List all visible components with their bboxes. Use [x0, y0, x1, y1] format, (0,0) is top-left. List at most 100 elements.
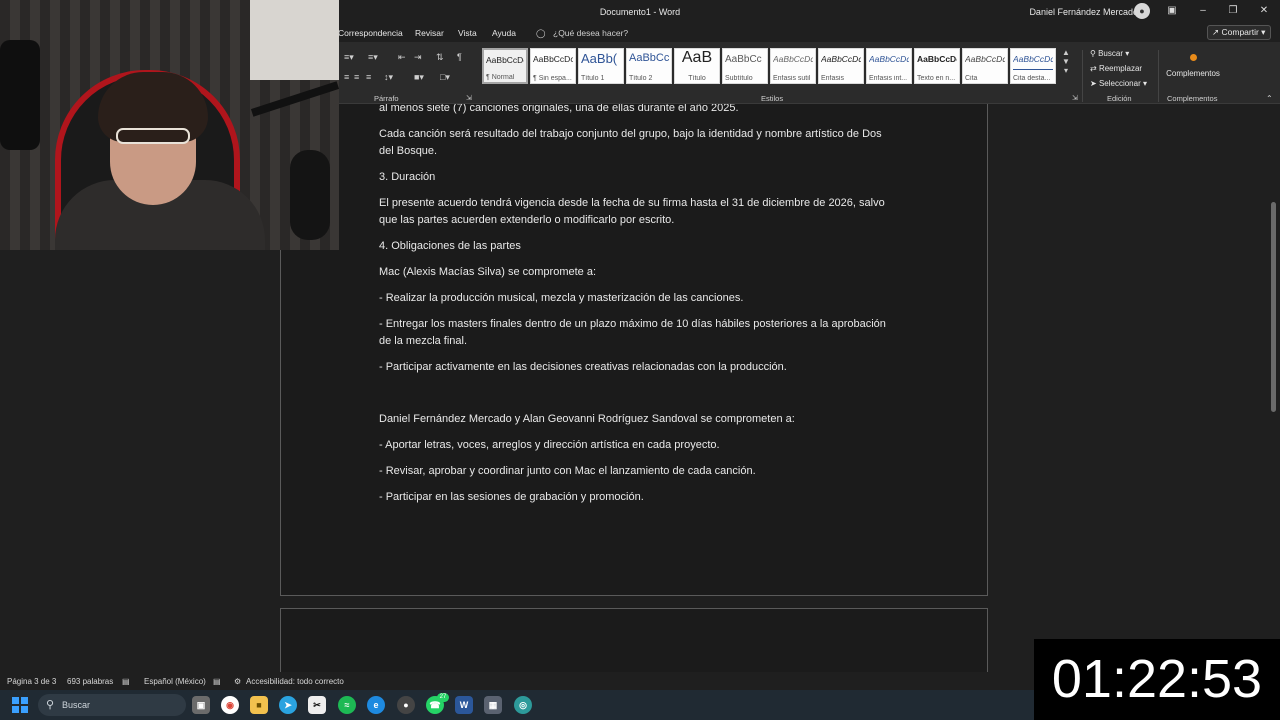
paragraph[interactable]: Cada canción será resultado del trabajo …: [379, 126, 899, 160]
align-center-icon[interactable]: ≡: [344, 72, 349, 82]
justify-icon[interactable]: ≡: [366, 72, 371, 82]
vertical-scrollbar[interactable]: [1268, 104, 1280, 672]
obs-icon[interactable]: ●: [397, 696, 415, 714]
styles-dialog-launcher-icon[interactable]: ⇲: [1072, 94, 1078, 102]
addins-icon: [1189, 54, 1197, 61]
tell-me-search[interactable]: ¿Qué desea hacer?: [553, 28, 628, 38]
search-icon: ⚲: [46, 699, 55, 711]
replace-label: Reemplazar: [1098, 64, 1143, 73]
replace-button[interactable]: ⇄ Reemplazar: [1090, 61, 1160, 76]
style-quote[interactable]: AaBbCcDc Cita: [962, 48, 1008, 84]
cursor-icon: ➤: [1090, 79, 1097, 88]
style-sample: AaBbCcDc: [965, 54, 1005, 64]
paragraph-group-label: Párrafo: [374, 94, 399, 103]
share-button[interactable]: ↗ Compartir ▾: [1207, 25, 1271, 40]
select-button[interactable]: ➤ Seleccionar ▾: [1090, 76, 1160, 91]
pilcrow-icon[interactable]: ¶: [457, 52, 462, 62]
restore-icon[interactable]: ❐: [1223, 3, 1243, 19]
list-item[interactable]: - Aportar letras, voces, arreglos y dire…: [379, 437, 899, 454]
list-item[interactable]: - Participar en las sesiones de grabació…: [379, 489, 899, 506]
close-icon[interactable]: ✕: [1254, 3, 1274, 19]
paragraph[interactable]: al menos siete (7) canciones originales,…: [379, 104, 899, 117]
list-item[interactable]: - Entregar los masters finales dentro de…: [379, 316, 899, 350]
calculator-icon[interactable]: ▦: [484, 696, 502, 714]
user-name[interactable]: Daniel Fernández Mercado: [1029, 7, 1138, 17]
tab-revisar[interactable]: Revisar: [415, 28, 444, 38]
style-name: ¶ Sin espa...: [533, 75, 572, 82]
list-item[interactable]: - Realizar la producción musical, mezcla…: [379, 290, 899, 307]
paragraph[interactable]: Daniel Fernández Mercado y Alan Geovanni…: [379, 411, 899, 428]
find-button[interactable]: ⚲ Buscar ▾: [1090, 46, 1160, 61]
style-normal[interactable]: AaBbCcDc ¶ Normal: [482, 48, 528, 84]
document-page[interactable]: [280, 608, 988, 672]
increase-indent-icon[interactable]: ⇥: [414, 52, 422, 63]
predictions-icon[interactable]: ▤: [213, 677, 221, 686]
style-name: Texto en n...: [917, 75, 956, 82]
shading-icon[interactable]: ■▾: [414, 72, 424, 83]
style-subtle-emphasis[interactable]: AaBbCcDc Énfasis sutil: [770, 48, 816, 84]
paragraph-dialog-launcher-icon[interactable]: ⇲: [466, 94, 472, 102]
minimize-icon[interactable]: –: [1193, 3, 1213, 19]
style-no-spacing[interactable]: AaBbCcDc ¶ Sin espa...: [530, 48, 576, 84]
webcam-overlay: [0, 0, 339, 250]
page-count[interactable]: Página 3 de 3: [7, 677, 56, 686]
section-heading[interactable]: 3. Duración: [379, 169, 899, 186]
microphone: [290, 150, 330, 240]
bullets-icon[interactable]: ≡▾: [344, 52, 354, 63]
style-emphasis[interactable]: AaBbCcDc Énfasis: [818, 48, 864, 84]
style-strong[interactable]: AaBbCcDc Texto en n...: [914, 48, 960, 84]
select-label: Seleccionar: [1098, 79, 1141, 88]
style-intense-emphasis[interactable]: AaBbCcDc Énfasis int...: [866, 48, 912, 84]
styles-more-icon[interactable]: ▲ ▼ ▾: [1060, 48, 1072, 84]
edge-icon[interactable]: e: [367, 696, 385, 714]
line-spacing-icon[interactable]: ↕▾: [384, 72, 393, 83]
paragraph[interactable]: Mac (Alexis Macías Silva) se compromete …: [379, 264, 899, 281]
taskbar-search[interactable]: ⚲ Buscar: [38, 694, 186, 716]
tab-ayuda[interactable]: Ayuda: [492, 28, 516, 38]
style-sample: AaBbCcDc: [486, 55, 524, 65]
word-icon[interactable]: W: [455, 696, 473, 714]
document-page[interactable]: al menos siete (7) canciones originales,…: [280, 104, 988, 596]
spotify-icon[interactable]: ≈: [338, 696, 356, 714]
telegram-icon[interactable]: ➤: [279, 696, 297, 714]
editing-group-label: Edición: [1107, 94, 1132, 103]
ribbon-display-icon[interactable]: ▣: [1162, 3, 1182, 19]
style-name: Énfasis: [821, 75, 844, 82]
file-explorer-icon[interactable]: ■: [250, 696, 268, 714]
style-intense-quote[interactable]: AaBbCcDc Cita desta...: [1010, 48, 1056, 84]
style-heading-2[interactable]: AaBbCc Título 2: [626, 48, 672, 84]
tab-vista[interactable]: Vista: [458, 28, 477, 38]
word-count[interactable]: 693 palabras: [67, 677, 113, 686]
style-subtitle[interactable]: AaBbCc Subtítulo: [722, 48, 768, 84]
addins-button[interactable]: Complementos: [1165, 46, 1221, 78]
decrease-indent-icon[interactable]: ⇤: [398, 52, 406, 63]
divider: [1082, 50, 1083, 102]
list-item[interactable]: - Revisar, aprobar y coordinar junto con…: [379, 463, 899, 480]
sort-icon[interactable]: ⇅: [436, 52, 444, 63]
scrollbar-thumb[interactable]: [1271, 202, 1276, 412]
avatar[interactable]: ●: [1134, 3, 1150, 19]
tab-correspondencia[interactable]: Correspondencia: [338, 28, 403, 38]
style-name: Cita: [965, 75, 978, 82]
capcut-icon[interactable]: ✂: [308, 696, 326, 714]
task-view-icon[interactable]: ▣: [192, 696, 210, 714]
list-item[interactable]: - Participar activamente en las decision…: [379, 359, 899, 376]
numbering-icon[interactable]: ≡▾: [368, 52, 378, 63]
style-sample: AaBbCcDc: [773, 54, 813, 64]
style-heading-1[interactable]: AaBb( Título 1: [578, 48, 624, 84]
borders-icon[interactable]: □▾: [440, 72, 450, 83]
collapse-ribbon-icon[interactable]: ⌃: [1266, 94, 1273, 103]
style-title[interactable]: AaB Título: [674, 48, 720, 84]
windows-start-icon[interactable]: [12, 697, 28, 713]
proofing-icon[interactable]: ▤: [122, 677, 130, 686]
paragraph[interactable]: El presente acuerdo tendrá vigencia desd…: [379, 195, 899, 229]
style-name: Énfasis sutil: [773, 75, 811, 82]
language[interactable]: Español (México): [144, 677, 206, 686]
globe-app-icon[interactable]: ◎: [514, 696, 532, 714]
accessibility-status[interactable]: Accesibilidad: todo correcto: [246, 677, 344, 686]
style-name: Subtítulo: [725, 75, 753, 82]
section-heading[interactable]: 4. Obligaciones de las partes: [379, 238, 899, 255]
chrome-icon[interactable]: ◉: [221, 696, 239, 714]
accessibility-icon[interactable]: ⚙: [234, 677, 241, 686]
align-right-icon[interactable]: ≡: [354, 72, 359, 82]
